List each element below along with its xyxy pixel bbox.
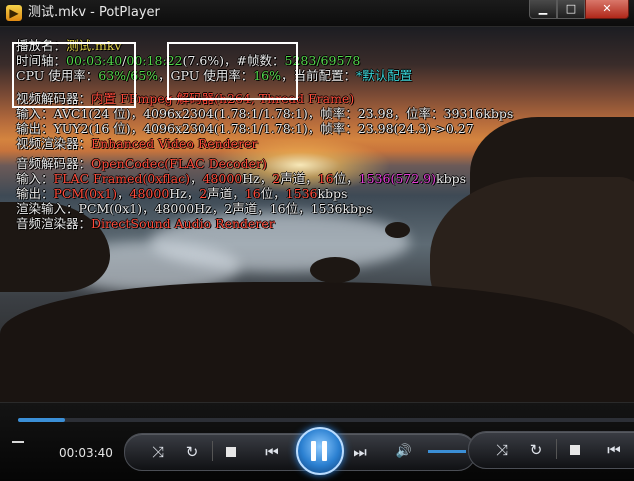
osd-video-input: 输入：AVC1(24 位)，4096x2304(1.78:1/1.78:1)，帧… [16, 106, 514, 121]
stop-icon[interactable] [226, 447, 236, 457]
shuffle-icon[interactable]: ⤨ [148, 443, 168, 461]
stop-icon[interactable] [570, 445, 580, 455]
current-time: 00:03:40 [59, 446, 113, 460]
minimize-button[interactable]: ▁ [529, 0, 557, 19]
highlight-box-right [167, 42, 298, 100]
osd-audio-decoder: 音频解码器：OpenCodec(FLAC Decoder) [16, 156, 267, 171]
osd-audio-renderer: 音频渲染器：DirectSound Audio Renderer [16, 216, 275, 231]
osd-audio-output: 输出：PCM(0x1)，48000Hz，2声道，16位，1536kbps [16, 186, 348, 201]
next-icon[interactable]: ⏭ [346, 443, 374, 461]
potplayer-icon: ▶ [6, 5, 22, 21]
window-controls: ▁ □ ✕ [529, 0, 629, 20]
previous-icon[interactable]: ⏮ [600, 441, 628, 459]
osd-audio-input: 输入：FLAC Framed(0xflac)，48000Hz，2声道，16位，1… [16, 171, 466, 186]
close-button[interactable]: ✕ [585, 0, 629, 19]
divider [212, 441, 213, 461]
rock-foreground [0, 282, 634, 402]
shuffle-icon[interactable]: ⤨ [492, 441, 512, 459]
volume-slider[interactable] [428, 450, 466, 453]
repeat-icon[interactable]: ↻ [526, 441, 546, 459]
maximize-button[interactable]: □ [557, 0, 585, 19]
osd-video-renderer: 视频渲染器：Enhanced Video Renderer [16, 136, 258, 151]
seek-bar[interactable] [18, 418, 634, 422]
control-bar: 00:03:40 ⤨ ↻ ⏮ ⏭ 🔊 ⤨ ↻ ⏮ [0, 402, 634, 481]
rock-small [385, 222, 410, 238]
pause-icon [311, 441, 316, 461]
window-title: 测试.mkv - PotPlayer [28, 5, 160, 20]
seek-progress [18, 418, 65, 422]
osd-video-output: 输出：YUY2(16 位)，4096x2304(1.78:1/1.78:1)，帧… [16, 121, 474, 136]
osd-render-input: 渲染输入：PCM(0x1)，48000Hz，2声道，16位，1536kbps [16, 201, 373, 216]
divider [556, 439, 557, 459]
pause-button[interactable] [296, 427, 344, 475]
previous-icon[interactable]: ⏮ [258, 443, 286, 461]
volume-icon[interactable]: 🔊 [393, 443, 415, 461]
repeat-icon[interactable]: ↻ [182, 443, 202, 461]
highlight-box-left [12, 42, 136, 108]
menu-dash-icon[interactable] [12, 441, 24, 443]
title-bar: ▶ 测试.mkv - PotPlayer ▁ □ ✕ [0, 0, 634, 27]
rock-small [310, 257, 360, 283]
